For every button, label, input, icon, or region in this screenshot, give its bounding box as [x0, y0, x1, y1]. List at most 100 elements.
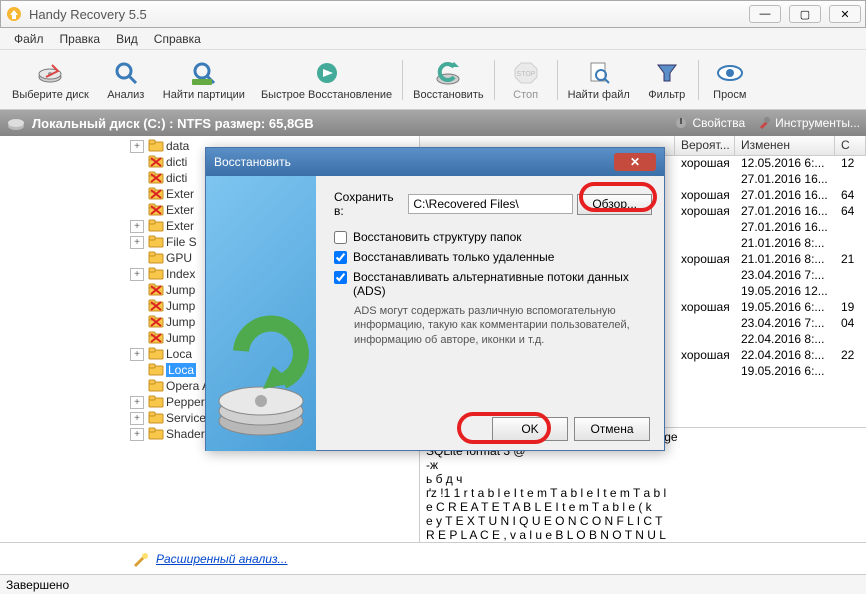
tree-item-label: Exter [166, 187, 194, 201]
cell-size [835, 364, 866, 380]
restore-ads-row[interactable]: Восстанавливать альтернативные потоки да… [334, 270, 652, 298]
cancel-button[interactable]: Отмена [574, 417, 650, 441]
toolbar: Выберите диск Анализ Найти партиции Быст… [0, 50, 866, 110]
browse-button[interactable]: Обзор... [577, 194, 652, 215]
tools-link[interactable]: Инструменты... [757, 116, 860, 130]
tree-item-label: Loca [166, 347, 192, 361]
cell-probability [675, 268, 735, 284]
cell-modified: 23.04.2016 7:... [735, 268, 835, 284]
list-row[interactable]: 27.01.2016 16... [675, 172, 866, 188]
expander-icon[interactable]: + [130, 268, 144, 281]
folder-icon [148, 315, 164, 329]
cell-size: 19 [835, 300, 866, 316]
list-row[interactable]: хорошая12.05.2016 6:...12 [675, 156, 866, 172]
list-row[interactable]: хорошая27.01.2016 16...64 [675, 204, 866, 220]
menu-bar: Файл Правка Вид Справка [0, 28, 866, 50]
menu-file[interactable]: Файл [8, 30, 50, 48]
menu-view[interactable]: Вид [110, 30, 144, 48]
tool-find-file[interactable]: Найти файл [560, 57, 638, 103]
expander-icon[interactable]: + [130, 348, 144, 361]
cell-size: 12 [835, 156, 866, 172]
restore-structure-row[interactable]: Восстановить структуру папок [334, 230, 652, 244]
cell-modified: 27.01.2016 16... [735, 172, 835, 188]
advanced-analysis-link[interactable]: Расширенный анализ... [156, 552, 288, 566]
cell-modified: 21.01.2016 8:... [735, 252, 835, 268]
expander-icon[interactable]: + [130, 412, 144, 425]
list-row[interactable]: 19.05.2016 6:... [675, 364, 866, 380]
tool-analyze[interactable]: Анализ [97, 57, 155, 103]
advanced-analysis-bar: Расширенный анализ... [0, 542, 866, 574]
menu-help[interactable]: Справка [148, 30, 207, 48]
preview-line: -ж [426, 458, 860, 472]
restore-structure-checkbox[interactable] [334, 231, 347, 244]
folder-icon [148, 299, 164, 313]
list-row[interactable]: 19.05.2016 12... [675, 284, 866, 300]
tool-stop[interactable]: STOP Стоп [497, 57, 555, 103]
list-row[interactable]: хорошая21.01.2016 8:...21 [675, 252, 866, 268]
tree-item-label: Index [166, 267, 195, 281]
tool-quick-recover[interactable]: Быстрое Восстановление [253, 57, 400, 103]
tree-item-label: File S [166, 235, 197, 249]
expander-icon[interactable]: + [130, 428, 144, 441]
tool-preview[interactable]: Просм [701, 57, 759, 103]
list-row[interactable]: хорошая19.05.2016 6:...19 [675, 300, 866, 316]
cell-probability [675, 220, 735, 236]
tree-item-label: Exter [166, 203, 194, 217]
cell-modified: 27.01.2016 16... [735, 188, 835, 204]
list-row[interactable]: хорошая22.04.2016 8:...22 [675, 348, 866, 364]
restore-ads-checkbox[interactable] [334, 271, 347, 284]
cell-modified: 27.01.2016 16... [735, 220, 835, 236]
expander-icon[interactable]: + [130, 396, 144, 409]
menu-edit[interactable]: Правка [54, 30, 107, 48]
col-size[interactable]: С [835, 136, 866, 155]
list-row[interactable]: 23.04.2016 7:... [675, 268, 866, 284]
restore-deleted-checkbox[interactable] [334, 251, 347, 264]
restore-deleted-row[interactable]: Восстанавливать только удаленные [334, 250, 652, 264]
expander-icon[interactable]: + [130, 220, 144, 233]
col-probability[interactable]: Вероят... [675, 136, 735, 155]
cell-modified: 27.01.2016 16... [735, 204, 835, 220]
list-row[interactable]: 23.04.2016 7:...04 [675, 316, 866, 332]
cell-probability [675, 236, 735, 252]
cell-probability: хорошая [675, 300, 735, 316]
cell-size: 04 [835, 316, 866, 332]
close-button[interactable]: ✕ [829, 5, 861, 23]
list-row[interactable]: 22.04.2016 8:... [675, 332, 866, 348]
minimize-button[interactable]: — [749, 5, 781, 23]
list-row[interactable]: хорошая27.01.2016 16...64 [675, 188, 866, 204]
maximize-button[interactable]: ▢ [789, 5, 821, 23]
col-modified[interactable]: Изменен [735, 136, 835, 155]
drive-icon [6, 113, 26, 133]
ok-button[interactable]: OK [492, 417, 568, 441]
cell-modified: 22.04.2016 8:... [735, 332, 835, 348]
cell-modified: 23.04.2016 7:... [735, 316, 835, 332]
folder-icon [148, 219, 164, 233]
preview-line: e C R E A T E T A B L E I t e m T a b l … [426, 500, 860, 514]
app-icon [5, 5, 23, 23]
status-bar: Завершено [0, 574, 866, 594]
tool-select-disk[interactable]: Выберите диск [4, 57, 97, 103]
properties-link[interactable]: Свойства [674, 116, 745, 130]
tool-filter[interactable]: Фильтр [638, 57, 696, 103]
cell-size [835, 172, 866, 188]
list-row[interactable]: 27.01.2016 16... [675, 220, 866, 236]
cell-modified: 19.05.2016 6:... [735, 300, 835, 316]
tree-item-label: dicti [166, 171, 187, 185]
expander-icon[interactable]: + [130, 140, 144, 153]
cell-probability: хорошая [675, 252, 735, 268]
find-file-icon [585, 59, 613, 87]
cell-probability: хорошая [675, 348, 735, 364]
cell-probability [675, 284, 735, 300]
tree-item-label: dicti [166, 155, 187, 169]
tool-recover[interactable]: Восстановить [405, 57, 491, 103]
dialog-close-button[interactable]: ✕ [614, 153, 656, 171]
dialog-title-bar[interactable]: Восстановить ✕ [206, 148, 664, 176]
tool-find-partitions[interactable]: Найти партиции [155, 57, 253, 103]
list-row[interactable]: 21.01.2016 8:... [675, 236, 866, 252]
folder-icon [148, 187, 164, 201]
app-title: Handy Recovery 5.5 [29, 7, 147, 22]
magnify-icon [112, 59, 140, 87]
expander-icon[interactable]: + [130, 236, 144, 249]
save-to-input[interactable] [408, 194, 573, 214]
cell-probability: хорошая [675, 204, 735, 220]
